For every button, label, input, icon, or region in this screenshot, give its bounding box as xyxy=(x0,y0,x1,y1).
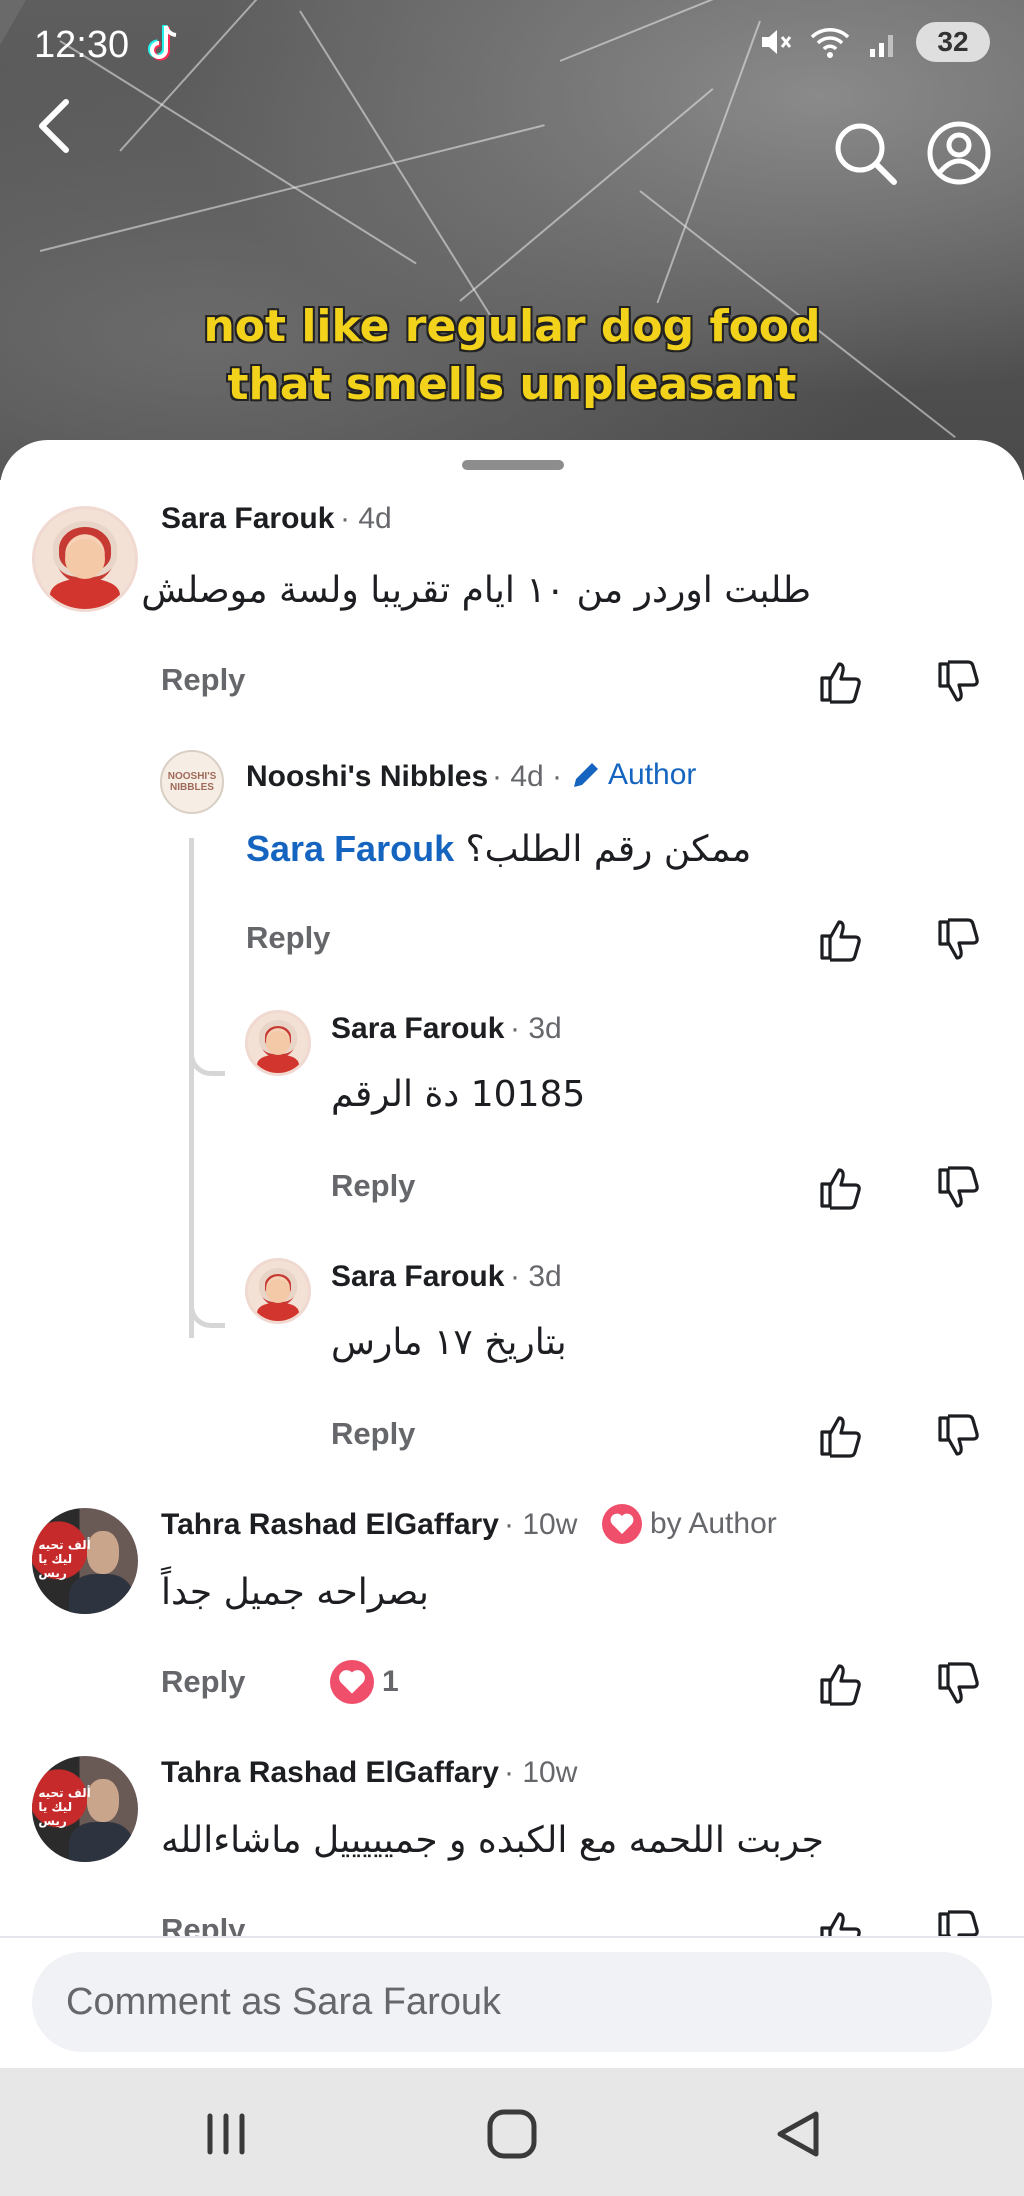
avatar[interactable]: ألف تحيه ليك يا ريس xyxy=(32,1508,138,1614)
avatar[interactable] xyxy=(245,1258,311,1324)
thread-connector xyxy=(189,1258,225,1328)
wifi-icon xyxy=(810,28,850,58)
search-icon[interactable] xyxy=(830,118,900,188)
heart-icon xyxy=(602,1504,642,1544)
reaction-count[interactable]: 1 xyxy=(330,1660,399,1704)
thumbs-up-icon[interactable] xyxy=(816,1660,864,1708)
mention-link[interactable]: Sara Farouk xyxy=(246,828,454,869)
comment-author[interactable]: Tahra Rashad ElGaffary xyxy=(161,1756,499,1790)
comment-author[interactable]: Tahra Rashad ElGaffary xyxy=(161,1508,499,1542)
battery-indicator: 32 xyxy=(916,22,990,62)
reaction-count-value: 1 xyxy=(382,1665,399,1698)
comment-author[interactable]: Sara Farouk xyxy=(161,502,334,536)
heart-icon xyxy=(330,1660,374,1704)
thumbs-up-icon[interactable] xyxy=(816,1412,864,1460)
pencil-icon xyxy=(574,763,598,787)
reply-button[interactable]: Reply xyxy=(331,1416,415,1452)
tiktok-icon xyxy=(148,25,177,61)
thumbs-down-icon[interactable] xyxy=(934,1660,982,1708)
comment-text: Sara Farouk ممكن رقم الطلب؟ xyxy=(246,828,751,870)
sheet-drag-handle[interactable] xyxy=(462,460,564,470)
comment-time: · 3d xyxy=(510,1012,562,1045)
avatar-logo-text: NOOSHI'S NIBBLES xyxy=(167,771,217,793)
avatar-overlay-text: ألف تحيه ليك يا ريس xyxy=(38,1785,91,1828)
caption-line-1: not like regular dog food xyxy=(203,301,821,352)
comment-author[interactable]: Sara Farouk xyxy=(331,1012,504,1046)
reply-button[interactable]: Reply xyxy=(161,1912,245,1936)
system-navigation-bar xyxy=(0,2068,1024,2196)
thumbs-up-icon[interactable] xyxy=(816,658,864,706)
thumbs-up-icon[interactable] xyxy=(816,1164,864,1212)
avatar[interactable] xyxy=(245,1010,311,1076)
video-caption: not like regular dog food that smells un… xyxy=(0,298,1024,414)
back-nav-icon[interactable] xyxy=(768,2104,828,2164)
comment-author[interactable]: Sara Farouk xyxy=(331,1260,504,1294)
back-icon[interactable] xyxy=(30,96,80,156)
reply-button[interactable]: Reply xyxy=(161,662,245,698)
comment-body: ممكن رقم الطلب؟ xyxy=(465,829,752,870)
comment-author[interactable]: Nooshi's Nibbles xyxy=(246,760,488,794)
liked-by-author-badge: by Author xyxy=(602,1504,777,1544)
thumbs-down-icon[interactable] xyxy=(934,1412,982,1460)
comment-text: بتاريخ ١٧ مارس xyxy=(331,1322,567,1363)
thumbs-down-icon[interactable] xyxy=(934,916,982,964)
reply-button[interactable]: Reply xyxy=(246,920,330,956)
comment-input[interactable] xyxy=(32,1952,992,2052)
comment-composer xyxy=(0,1936,1024,2068)
comment-text: 10185 دة الرقم xyxy=(331,1074,586,1115)
avatar[interactable]: NOOSHI'S NIBBLES xyxy=(160,750,224,814)
comment-text: جربت اللحمه مع الكبده و جميييييل ماشاءال… xyxy=(161,1820,824,1861)
caption-line-2: that smells unpleasant xyxy=(227,359,797,410)
comment-time: · 3d xyxy=(510,1260,562,1293)
reply-button[interactable]: Reply xyxy=(161,1664,245,1700)
recent-apps-icon[interactable] xyxy=(196,2104,256,2164)
avatar-overlay-text: ألف تحيه ليك يا ريس xyxy=(38,1537,91,1580)
thumbs-down-icon[interactable] xyxy=(934,1908,982,1936)
comment-time: · 4d xyxy=(340,502,392,535)
thumbs-up-icon[interactable] xyxy=(816,1908,864,1936)
reply-button[interactable]: Reply xyxy=(331,1168,415,1204)
comment-time: · 10w xyxy=(504,1508,578,1541)
comment-text: طلبت اوردر من ١٠ ايام تقريبا ولسة موصلش xyxy=(141,570,811,611)
comments-sheet: Sara Farouk · 4d طلبت اوردر من ١٠ ايام ت… xyxy=(0,440,1024,1936)
avatar[interactable] xyxy=(32,506,138,612)
signal-icon xyxy=(870,35,893,57)
account-icon[interactable] xyxy=(924,118,994,188)
liked-by-label: by Author xyxy=(650,1507,777,1540)
thread-connector xyxy=(189,1010,225,1076)
status-time: 12:30 xyxy=(34,24,130,66)
comment-time: · 4d · xyxy=(492,760,563,793)
home-icon[interactable] xyxy=(482,2104,542,2164)
comment-text: بصراحه جميل جداً xyxy=(161,1572,429,1613)
mute-icon xyxy=(762,30,792,54)
comment-time: · 10w xyxy=(504,1756,578,1789)
author-label: Author xyxy=(608,758,697,791)
author-badge: Author xyxy=(570,758,696,792)
status-bar: 12:30 32 xyxy=(0,0,1024,90)
thumbs-up-icon[interactable] xyxy=(816,916,864,964)
avatar[interactable]: ألف تحيه ليك يا ريس xyxy=(32,1756,138,1862)
thumbs-down-icon[interactable] xyxy=(934,658,982,706)
thumbs-down-icon[interactable] xyxy=(934,1164,982,1212)
